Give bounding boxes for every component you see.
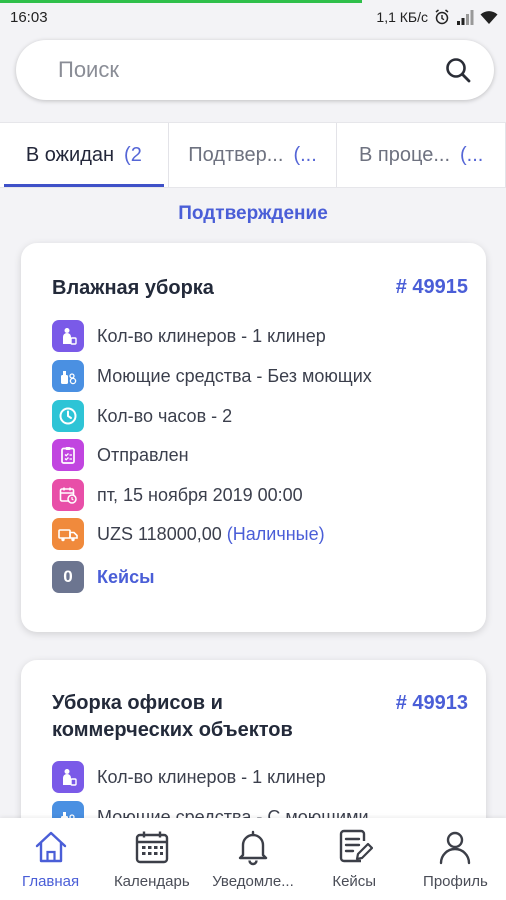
tab-label: Подтвер... <box>188 143 284 166</box>
order-hours-row: Кол-во часов - 2 <box>52 400 232 432</box>
bell-icon <box>238 830 268 866</box>
order-cleaners-row: Кол-во клинеров - 1 клинер <box>52 761 326 793</box>
calendar-clock-icon <box>52 479 84 511</box>
home-icon <box>35 831 66 863</box>
nav-label: Календарь <box>113 873 190 890</box>
order-number: # 49913 <box>395 692 468 714</box>
tab-count: (... <box>460 143 484 166</box>
tab-label: В проце... <box>359 143 450 166</box>
nav-calendar[interactable]: Календарь <box>101 818 202 900</box>
tab-in-progress[interactable]: В проце... (... <box>337 123 506 187</box>
order-cases-row[interactable]: 0 Кейсы <box>52 561 154 593</box>
cases-count-badge: 0 <box>52 561 84 593</box>
page-load-progress <box>0 0 362 3</box>
nav-label: Кейсы <box>332 873 377 890</box>
delivery-truck-icon <box>52 518 84 550</box>
order-date-row: пт, 15 ноября 2019 00:00 <box>52 479 303 511</box>
tab-confirmed[interactable]: Подтвер... (... <box>169 123 338 187</box>
status-tabs: В ожидан (2 Подтвер... (... В проце... (… <box>0 122 506 188</box>
price-text: UZS 118000,00 <box>97 523 222 544</box>
date-text: пт, 15 ноября 2019 00:00 <box>97 484 303 505</box>
nav-label: Уведомле... <box>212 873 294 890</box>
search-input[interactable] <box>58 57 428 83</box>
order-number: # 49915 <box>395 276 468 298</box>
network-speed: 1,1 КБ/с <box>376 9 428 25</box>
cleaners-text: Кол-во клинеров - 1 клинер <box>97 766 326 787</box>
order-title: Влажная уборка <box>52 277 214 299</box>
cleaner-icon <box>52 320 84 352</box>
alarm-icon <box>435 9 449 25</box>
search-bar <box>16 40 494 100</box>
signal-icon <box>457 10 474 25</box>
order-cleaners-row: Кол-во клинеров - 1 клинер <box>52 320 326 352</box>
detergents-text: Моющие средства - Без моющих <box>97 365 372 386</box>
cases-icon <box>340 829 374 863</box>
order-price-row: UZS 118000,00 (Наличные) <box>52 518 325 550</box>
calendar-icon <box>135 831 168 864</box>
cleaner-icon <box>52 761 84 793</box>
tab-label: В ожидан <box>25 143 115 166</box>
status-text: Отправлен <box>97 444 189 465</box>
nav-cases[interactable]: Кейсы <box>304 818 405 900</box>
order-title-line: Уборка офисов и <box>52 692 223 714</box>
status-indicators: 1,1 КБ/с <box>376 7 498 27</box>
order-detergents-row: Моющие средства - Без моющих <box>52 360 372 392</box>
tab-waiting[interactable]: В ожидан (2 <box>0 123 169 187</box>
detergent-icon <box>52 360 84 392</box>
section-title: Подтверждение <box>178 203 328 224</box>
search-icon[interactable] <box>444 56 472 84</box>
payment-method: (Наличные) <box>226 523 325 544</box>
hours-text: Кол-во часов - 2 <box>97 405 233 426</box>
order-card[interactable]: Влажная уборка # 49915 Кол-во клинеров -… <box>21 243 486 632</box>
cases-link[interactable]: Кейсы <box>97 567 154 588</box>
profile-icon <box>440 831 471 865</box>
nav-home[interactable]: Главная <box>0 818 101 900</box>
nav-notifications[interactable]: Уведомле... <box>202 818 303 900</box>
tab-count: (... <box>293 143 317 166</box>
bottom-navigation: Главная Календарь Уведомле... Кейсы Проф… <box>0 818 506 900</box>
nav-label: Главная <box>22 873 80 890</box>
clock-icon <box>52 400 84 432</box>
order-title-line: коммерческих объектов <box>52 719 293 741</box>
status-time: 16:03 <box>10 9 48 26</box>
nav-label: Профиль <box>423 873 488 890</box>
clipboard-icon <box>52 439 84 471</box>
nav-profile[interactable]: Профиль <box>405 818 506 900</box>
order-status-row: Отправлен <box>52 439 189 471</box>
cleaners-text: Кол-во клинеров - 1 клинер <box>97 325 326 346</box>
wifi-icon <box>480 11 498 24</box>
tab-count: (2 <box>124 143 142 166</box>
order-title: Уборка офисов и коммерческих объектов <box>52 690 293 744</box>
status-bar: 16:03 1,1 КБ/с <box>0 0 506 34</box>
